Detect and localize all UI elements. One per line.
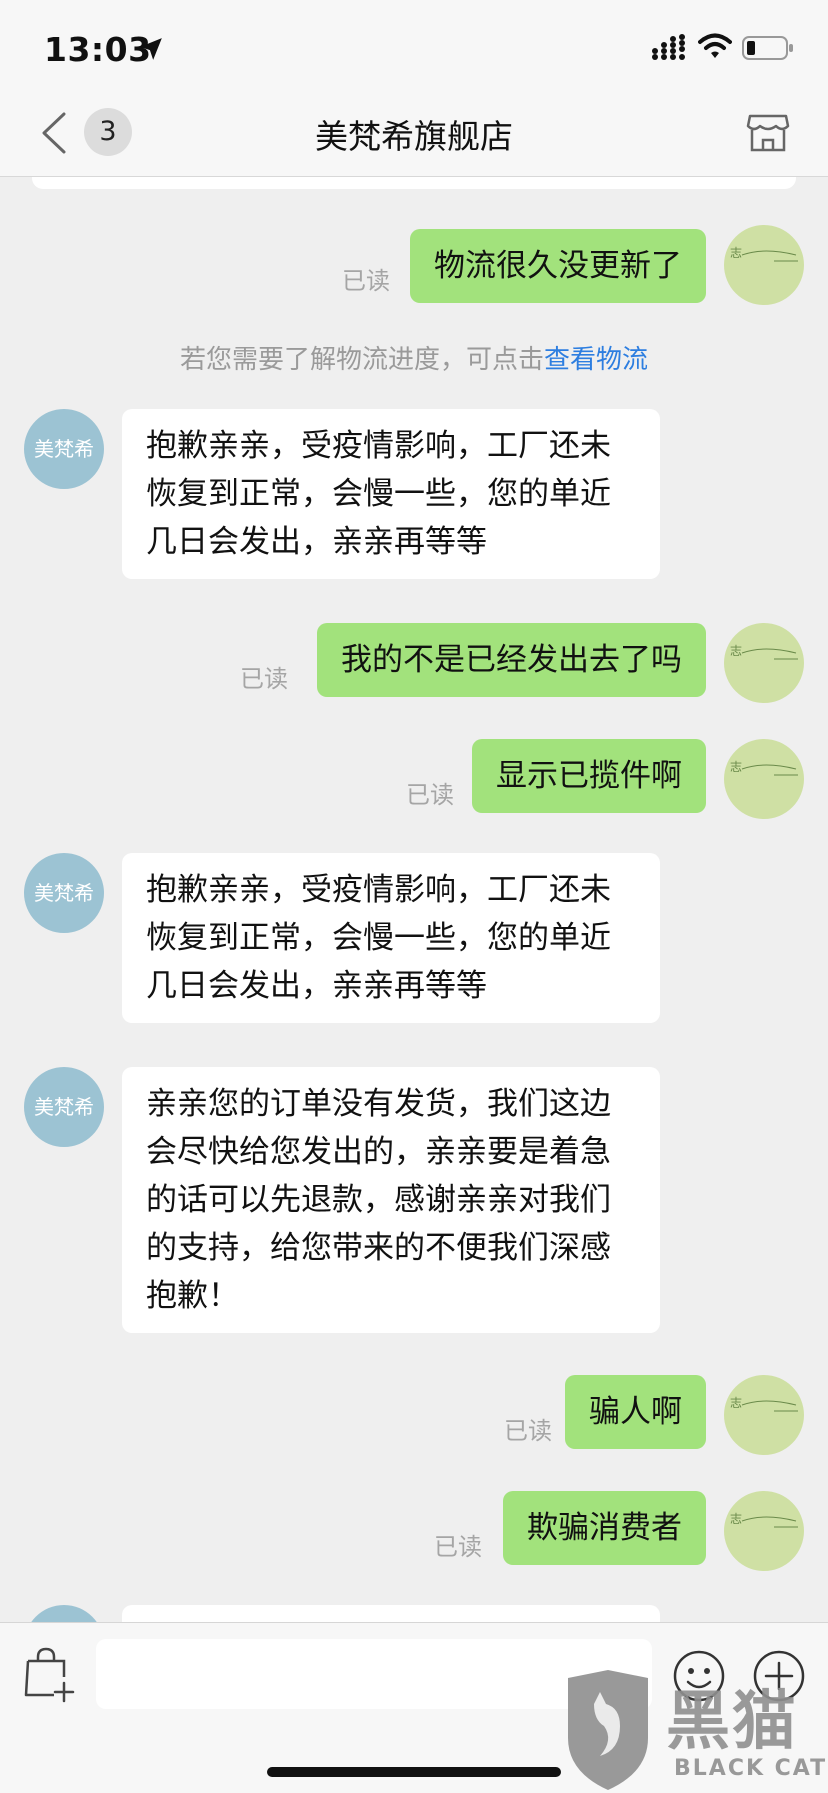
view-logistics-link[interactable]: 查看物流 xyxy=(544,345,648,375)
location-arrow-icon xyxy=(140,38,162,60)
partial-incoming-bubble xyxy=(122,1605,660,1622)
outgoing-message: 已读 我的不是已经发出去了吗 志 xyxy=(0,623,828,703)
avatar-scribble-icon: 志 xyxy=(730,1512,798,1528)
watermark-en: BLACK CAT xyxy=(674,1756,828,1781)
outgoing-message: 已读 物流很久没更新了 志 xyxy=(0,225,828,305)
shop-avatar[interactable]: 美梵希 xyxy=(24,1067,104,1147)
avatar-scribble-icon: 志 xyxy=(730,644,798,660)
outgoing-message: 已读 骗人啊 志 xyxy=(0,1375,828,1455)
incoming-message: 美梵希 亲亲您的订单没有发货，我们这边会尽快给您发出的，亲亲要是着急的话可以先退… xyxy=(0,1067,828,1347)
read-status: 已读 xyxy=(406,781,454,809)
svg-text:志: 志 xyxy=(730,760,742,774)
incoming-message: 美梵希 抱歉亲亲，受疫情影响，工厂还未恢复到正常，会慢一些，您的单近几日会发出，… xyxy=(0,409,828,589)
message-bubble[interactable]: 显示已揽件啊 xyxy=(472,739,706,813)
shop-avatar-partial xyxy=(24,1605,104,1622)
cellular-signal-icon xyxy=(652,34,685,60)
wifi-icon xyxy=(698,33,732,58)
message-bubble[interactable]: 抱歉亲亲，受疫情影响，工厂还未恢复到正常，会慢一些，您的单近几日会发出，亲亲再等… xyxy=(122,409,660,579)
status-bar: 13:03 xyxy=(0,0,828,90)
home-indicator[interactable] xyxy=(267,1767,561,1777)
message-bubble[interactable]: 欺骗消费者 xyxy=(503,1491,706,1565)
read-status: 已读 xyxy=(504,1417,552,1445)
avatar-scribble-icon: 志 xyxy=(730,1396,798,1412)
watermark-cn: 黑猫 xyxy=(666,1685,798,1759)
read-status: 已读 xyxy=(342,267,390,295)
chat-area[interactable]: 已读 物流很久没更新了 志 若您需要了解物流进度，可点击查看物流 美梵希 抱歉亲… xyxy=(0,177,828,1622)
message-bubble[interactable]: 骗人啊 xyxy=(565,1375,706,1449)
black-cat-watermark: 黑猫 BLACK CAT xyxy=(556,1660,828,1792)
system-notice: 若您需要了解物流进度，可点击查看物流 xyxy=(0,339,828,376)
user-avatar[interactable]: 志 xyxy=(724,739,804,819)
message-bubble[interactable]: 物流很久没更新了 xyxy=(410,229,706,303)
shopping-bag-add-icon[interactable] xyxy=(24,1647,76,1703)
read-status: 已读 xyxy=(240,665,288,693)
svg-text:志: 志 xyxy=(730,644,742,658)
svg-text:志: 志 xyxy=(730,1396,742,1410)
previous-card xyxy=(32,177,796,189)
system-notice-text: 若您需要了解物流进度，可点击 xyxy=(179,345,544,375)
message-bubble[interactable]: 抱歉亲亲，受疫情影响，工厂还未恢复到正常，会慢一些，您的单近几日会发出，亲亲再等… xyxy=(122,853,660,1023)
user-avatar[interactable]: 志 xyxy=(724,1375,804,1455)
avatar-scribble-icon: 志 xyxy=(730,760,798,776)
user-avatar[interactable]: 志 xyxy=(724,225,804,305)
shop-avatar[interactable]: 美梵希 xyxy=(24,409,104,489)
outgoing-message: 已读 欺骗消费者 志 xyxy=(0,1491,828,1571)
read-status: 已读 xyxy=(434,1533,482,1561)
svg-text:志: 志 xyxy=(730,1512,742,1526)
message-bubble[interactable]: 我的不是已经发出去了吗 xyxy=(317,623,706,697)
incoming-message: 美梵希 抱歉亲亲，受疫情影响，工厂还未恢复到正常，会慢一些，您的单近几日会发出，… xyxy=(0,853,828,1033)
black-cat-logo-icon xyxy=(568,1670,648,1790)
store-icon[interactable] xyxy=(746,112,790,154)
user-avatar[interactable]: 志 xyxy=(724,623,804,703)
outgoing-message: 已读 显示已揽件啊 志 xyxy=(0,739,828,819)
avatar-scribble-icon: 志 xyxy=(730,246,798,262)
battery-icon xyxy=(742,36,793,60)
message-bubble[interactable]: 亲亲您的订单没有发货，我们这边会尽快给您发出的，亲亲要是着急的话可以先退款，感谢… xyxy=(122,1067,660,1333)
svg-text:志: 志 xyxy=(730,246,742,260)
shop-avatar[interactable]: 美梵希 xyxy=(24,853,104,933)
user-avatar[interactable]: 志 xyxy=(724,1491,804,1571)
status-time: 13:03 xyxy=(44,30,152,69)
page-title: 美梵希旗舰店 xyxy=(315,117,513,156)
nav-bar: 3 美梵希旗舰店 xyxy=(0,90,828,177)
